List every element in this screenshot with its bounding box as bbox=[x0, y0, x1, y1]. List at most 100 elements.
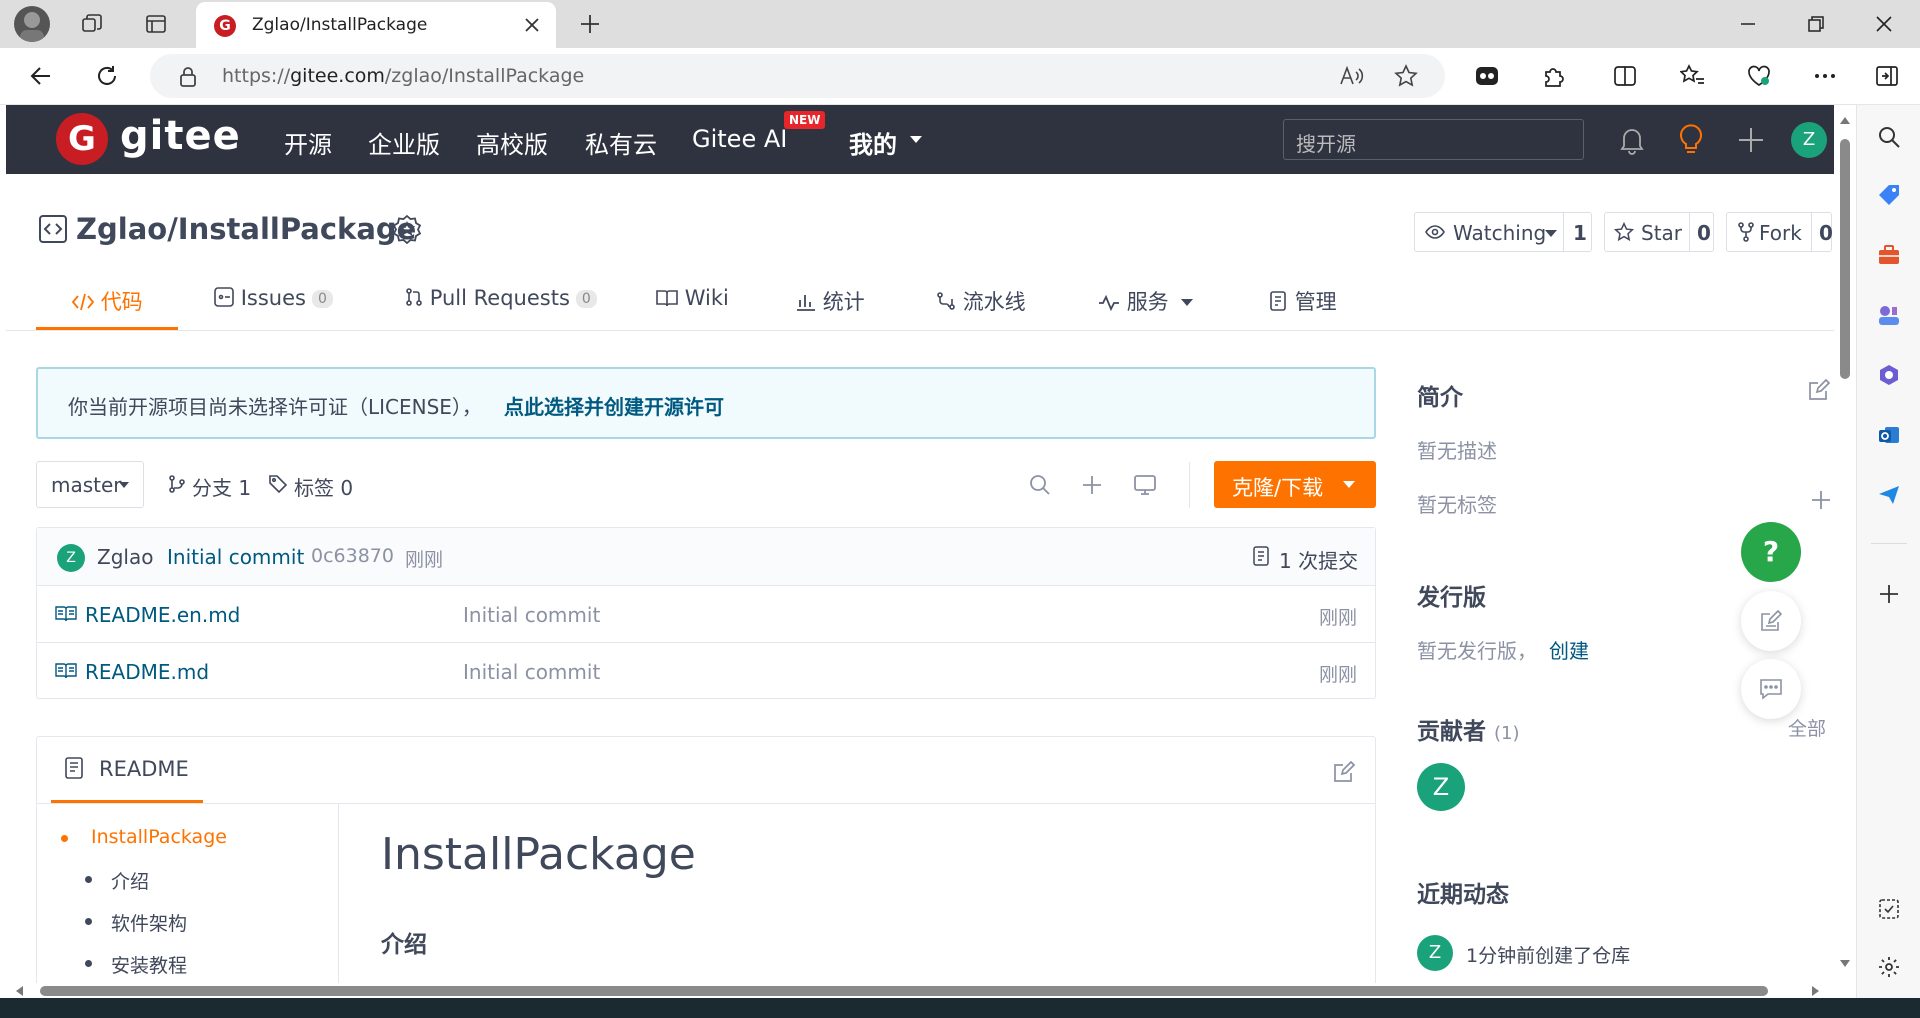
edit-readme-icon[interactable] bbox=[1333, 761, 1355, 783]
activity-text[interactable]: 1分钟前创建了仓库 bbox=[1466, 941, 1630, 968]
gitee-logo-icon[interactable]: G bbox=[56, 113, 108, 165]
games-icon[interactable] bbox=[1877, 303, 1901, 327]
commit-count[interactable]: 1 次提交 bbox=[1279, 545, 1358, 574]
back-arrow-icon[interactable] bbox=[28, 63, 54, 89]
close-tab-icon[interactable] bbox=[523, 16, 541, 34]
author-avatar[interactable]: Z bbox=[57, 544, 85, 572]
readme-tab-label[interactable]: README bbox=[99, 757, 189, 781]
copilot-icon[interactable] bbox=[1877, 363, 1901, 387]
chevron-down-icon[interactable] bbox=[909, 135, 923, 145]
create-release-link[interactable]: 创建 bbox=[1549, 635, 1589, 664]
scroll-right-icon[interactable] bbox=[1812, 986, 1820, 996]
tools-icon[interactable] bbox=[1877, 243, 1901, 267]
user-avatar[interactable]: Z bbox=[1791, 122, 1827, 158]
gitee-logo-text[interactable]: gitee bbox=[120, 113, 241, 159]
star-button[interactable]: Star 0 bbox=[1604, 212, 1714, 252]
table-row[interactable]: README.md Initial commit 刚刚 bbox=[37, 642, 1375, 699]
add-tag-icon[interactable] bbox=[1811, 490, 1831, 510]
lock-icon[interactable] bbox=[178, 66, 198, 88]
new-tab-icon[interactable] bbox=[578, 12, 602, 36]
web-ide-icon[interactable] bbox=[1133, 474, 1157, 496]
search-icon[interactable] bbox=[1877, 125, 1901, 149]
scroll-up-icon[interactable] bbox=[1840, 117, 1850, 125]
tab-pipeline[interactable]: 流水线 bbox=[936, 286, 1026, 316]
sidebar-toggle-icon[interactable] bbox=[1874, 63, 1900, 89]
lightbulb-icon[interactable] bbox=[1677, 123, 1705, 155]
url-text[interactable]: https://gitee.com/zglao/InstallPackage bbox=[222, 65, 584, 87]
tags-link[interactable]: 标签 0 bbox=[294, 472, 353, 501]
extensions-puzzle-icon[interactable] bbox=[1541, 63, 1567, 89]
search-input[interactable]: 搜开源 bbox=[1283, 119, 1584, 160]
commit-message[interactable]: Initial commit bbox=[167, 545, 304, 569]
profile-avatar[interactable] bbox=[14, 6, 50, 42]
file-name[interactable]: README.en.md bbox=[85, 603, 240, 627]
send-icon[interactable] bbox=[1877, 483, 1901, 507]
scroll-thumb[interactable] bbox=[1840, 139, 1850, 379]
chat-button[interactable] bbox=[1741, 659, 1801, 719]
close-window-icon[interactable] bbox=[1872, 12, 1896, 36]
plus-icon[interactable] bbox=[1737, 126, 1765, 154]
contributor-avatar[interactable]: Z bbox=[1417, 763, 1465, 811]
tab-issues[interactable]: Issues 0 bbox=[214, 286, 333, 310]
add-sidebar-app-icon[interactable] bbox=[1878, 583, 1900, 605]
toc-item-intro[interactable]: 介绍 bbox=[111, 867, 149, 894]
branches-link[interactable]: 分支 1 bbox=[192, 472, 251, 501]
restore-icon[interactable] bbox=[1804, 12, 1828, 36]
tab-code[interactable]: 代码 bbox=[72, 286, 143, 316]
tab-manage[interactable]: 管理 bbox=[1270, 286, 1337, 316]
extension-face-icon[interactable] bbox=[1474, 63, 1500, 89]
branch-select[interactable]: master bbox=[36, 461, 144, 508]
shopping-tag-icon[interactable] bbox=[1877, 183, 1901, 207]
scroll-down-icon[interactable] bbox=[1840, 960, 1850, 968]
watching-button[interactable]: Watching 1 bbox=[1414, 212, 1592, 252]
vertical-tabs-icon[interactable] bbox=[144, 12, 168, 36]
favorites-list-icon[interactable] bbox=[1680, 63, 1706, 89]
toc-item-installpackage[interactable]: InstallPackage bbox=[91, 826, 227, 848]
screenshot-icon[interactable] bbox=[1877, 897, 1901, 921]
tab-services[interactable]: 服务 bbox=[1098, 286, 1194, 316]
read-aloud-icon[interactable] bbox=[1338, 64, 1364, 88]
nav-mine[interactable]: 我的 bbox=[849, 125, 897, 160]
tab-pull-requests[interactable]: Pull Requests 0 bbox=[405, 286, 597, 310]
nav-education[interactable]: 高校版 bbox=[476, 125, 548, 160]
commit-author[interactable]: Zglao bbox=[97, 545, 153, 569]
search-icon[interactable] bbox=[1029, 474, 1051, 496]
file-name[interactable]: README.md bbox=[85, 660, 209, 684]
horizontal-scrollbar[interactable] bbox=[6, 983, 1856, 998]
scroll-left-icon[interactable] bbox=[16, 986, 24, 996]
settings-gear-icon[interactable] bbox=[1877, 955, 1901, 979]
nav-private-cloud[interactable]: 私有云 bbox=[585, 125, 657, 160]
split-screen-icon[interactable] bbox=[1612, 63, 1638, 89]
vertical-scrollbar[interactable] bbox=[1834, 105, 1856, 983]
activity-avatar[interactable]: Z bbox=[1417, 935, 1453, 971]
feedback-button[interactable] bbox=[1741, 591, 1801, 651]
toc-item-install[interactable]: 安装教程 bbox=[111, 951, 187, 978]
file-commit-message[interactable]: Initial commit bbox=[463, 603, 600, 627]
workspaces-icon[interactable] bbox=[80, 12, 104, 36]
browser-essentials-icon[interactable] bbox=[1746, 63, 1772, 89]
add-file-icon[interactable] bbox=[1081, 474, 1103, 496]
refresh-icon[interactable] bbox=[94, 63, 120, 89]
outlook-icon[interactable] bbox=[1877, 423, 1901, 447]
repo-title[interactable]: Zglao/InstallPackage bbox=[76, 212, 416, 246]
table-row[interactable]: README.en.md Initial commit 刚刚 bbox=[37, 585, 1375, 642]
nav-enterprise[interactable]: 企业版 bbox=[368, 125, 440, 160]
help-button[interactable]: ? bbox=[1741, 522, 1801, 582]
address-bar[interactable]: https://gitee.com/zglao/InstallPackage bbox=[150, 54, 1445, 98]
more-menu-icon[interactable] bbox=[1812, 63, 1838, 89]
bell-icon[interactable] bbox=[1618, 125, 1646, 155]
clone-download-button[interactable]: 克隆/下载 bbox=[1214, 461, 1376, 508]
hscroll-thumb[interactable] bbox=[40, 986, 1768, 996]
nav-gitee-ai[interactable]: Gitee AI bbox=[692, 125, 787, 153]
toc-item-architecture[interactable]: 软件架构 bbox=[111, 909, 187, 936]
edit-intro-icon[interactable] bbox=[1808, 379, 1830, 401]
nav-open-source[interactable]: 开源 bbox=[284, 125, 332, 160]
tab-stats[interactable]: 统计 bbox=[796, 286, 865, 316]
all-contributors-link[interactable]: 全部 bbox=[1788, 714, 1826, 741]
fork-button[interactable]: Fork 0 bbox=[1726, 212, 1833, 252]
recommend-badge-icon[interactable] bbox=[392, 214, 422, 244]
favorite-star-icon[interactable] bbox=[1394, 64, 1418, 88]
commit-hash[interactable]: 0c63870 bbox=[311, 545, 394, 567]
file-commit-message[interactable]: Initial commit bbox=[463, 660, 600, 684]
tab-wiki[interactable]: Wiki bbox=[656, 286, 729, 310]
